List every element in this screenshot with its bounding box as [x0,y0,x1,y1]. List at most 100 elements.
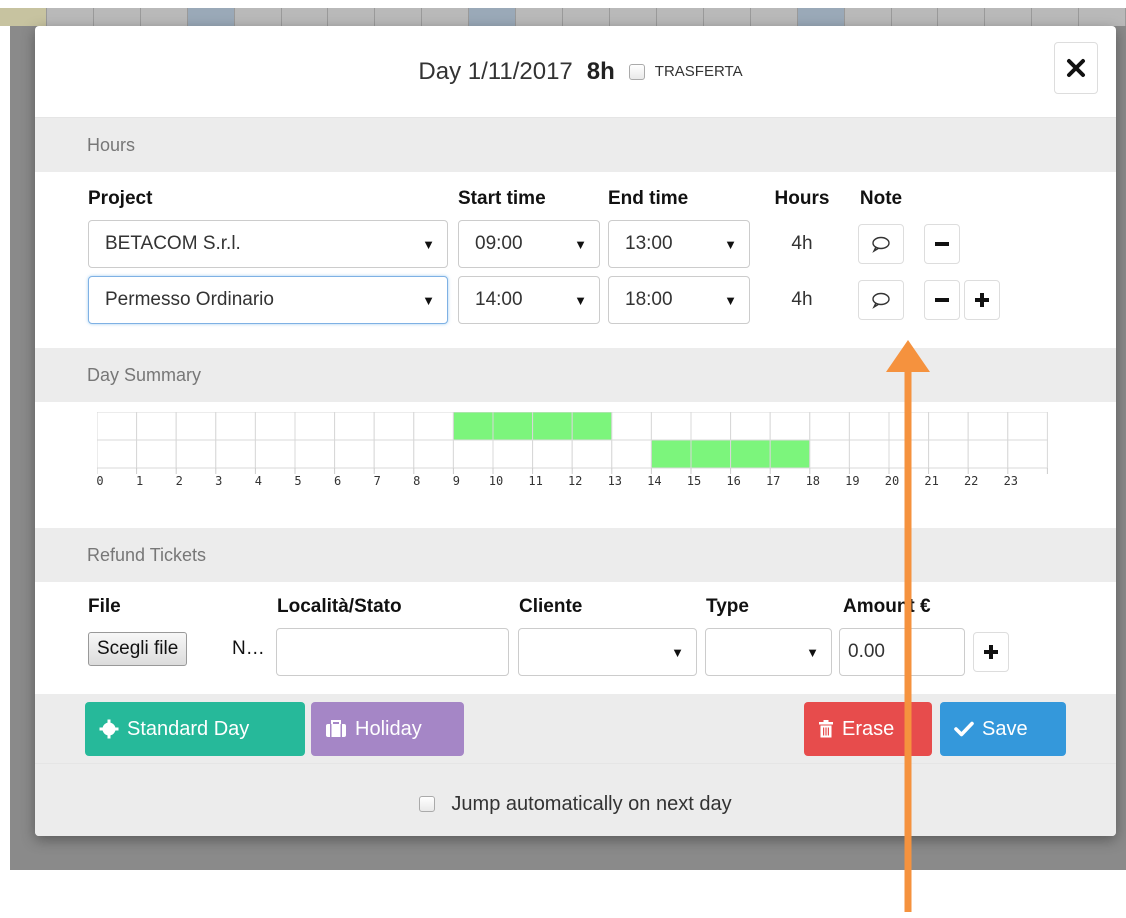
comment-icon [872,236,890,253]
note-button[interactable] [858,280,904,320]
timeline-cell [848,439,890,469]
row-hours: 4h [791,289,813,310]
action-bar: Standard Day Holiday Erase Save [35,694,1116,764]
timeline-cell [97,412,138,441]
holiday-button[interactable]: Holiday [311,702,464,756]
timeline-cell [690,412,732,441]
end-time-select[interactable]: 13:00 ▼ [608,220,750,268]
gear-icon [99,719,119,739]
hours-table-header: Project Start time End time Hours Note [88,184,1116,214]
minus-icon [935,298,949,302]
file-column-header: File [88,596,121,617]
timeline-cell [1007,412,1048,441]
timeline-cell [611,439,652,469]
timeline-cell [334,439,375,469]
timeline-cell [97,439,138,469]
timeline-hour-label: 17 [765,474,781,488]
cliente-column-header: Cliente [519,596,583,617]
hours-section-header: Hours [35,118,1116,172]
timeline-hour-label: 21 [924,474,939,488]
timeline-hour-label: 0 [96,474,104,488]
timeline-cell [571,439,613,469]
end-time-column-header: End time [608,188,689,209]
cliente-select[interactable]: ▼ [518,628,697,676]
timeline-cell [254,439,296,469]
timeline-cell-filled [690,439,732,469]
timeline-hour-label: 8 [413,474,421,488]
start-time-select[interactable]: 09:00 ▼ [458,220,600,268]
timeline-cell-filled [492,412,534,441]
note-button[interactable] [858,224,904,264]
standard-day-button[interactable]: Standard Day [85,702,305,756]
save-button[interactable]: Save [940,702,1066,756]
erase-button[interactable]: Erase [804,702,932,756]
timeline-cell [1007,439,1048,469]
timeline-cell [809,439,850,469]
timeline-cell [175,412,217,441]
add-row-button[interactable] [964,280,1000,320]
caret-down-icon: ▼ [806,644,819,660]
refund-section-header: Refund Tickets [35,528,1116,582]
timeline-hour-label: 13 [607,474,623,488]
timeline-cell [611,412,652,441]
start-time-select[interactable]: 14:00 ▼ [458,276,600,324]
caret-down-icon: ▼ [724,292,737,308]
caret-down-icon: ▼ [724,236,737,252]
suitcase-icon [326,720,346,737]
day-summary-timeline: 0 1 2 3 4 5 6 7 8 9 10 11 12 13 14 15 16 17 18 19 20 21 22 23 [35,402,1116,528]
timeline-hour-label: 19 [845,474,860,488]
holiday-label: Holiday [355,717,422,740]
timeline-cell [769,412,811,441]
amount-value: 0.00 [848,641,885,662]
timeline-cell [730,412,771,441]
timeline-cell [334,412,375,441]
project-select[interactable]: BETACOM S.r.l. ▼ [88,220,448,268]
project-value: Permesso Ordinario [105,289,274,310]
timeline-cell [215,412,256,441]
timeline-hour-label: 18 [805,474,821,488]
day-title: Day 1/11/2017 [418,57,573,85]
comment-icon [872,292,890,309]
background-calendar-strip [0,8,1126,26]
remove-row-button[interactable] [924,280,960,320]
add-ticket-button[interactable] [973,632,1009,672]
trasferta-checkbox[interactable] [628,63,645,80]
timeline-hour-label: 1 [135,474,144,488]
hours-section-title: Hours [87,134,136,155]
plus-icon [984,645,998,659]
modal-header: Day 1/11/2017 8h TRASFERTA [35,26,1116,118]
choose-file-button[interactable]: Scegli file [88,632,188,666]
timeline-cell-filled [730,439,771,469]
timeline-cell [888,412,930,441]
remove-row-button[interactable] [924,224,960,264]
day-summary-header: Day Summary [35,348,1116,402]
timeline-cell [532,439,573,469]
row-hours: 4h [791,233,813,254]
timeline-cell-filled [650,439,692,469]
project-select[interactable]: Permesso Ordinario ▼ [88,276,448,324]
jump-next-day-label: Jump automatically on next day [451,792,732,815]
amount-input[interactable]: 0.00 [839,628,965,676]
end-time-select[interactable]: 18:00 ▼ [608,276,750,324]
timeline-cell [413,412,454,441]
timeline-hour-label: 12 [567,474,583,488]
start-time-column-header: Start time [458,188,546,209]
timeline-cell [888,439,930,469]
timeline-cell [175,439,217,469]
close-button[interactable] [1054,42,1098,94]
timeline-cell [294,439,336,469]
timeline-cell [215,439,256,469]
timeline-cell-filled [571,412,613,441]
jump-next-day-checkbox[interactable] [419,796,436,812]
localita-input[interactable] [276,628,509,676]
timeline-cell [928,439,969,469]
no-file-text: N… [232,638,265,659]
timeline-hour-label: 4 [254,474,263,488]
caret-down-icon: ▼ [422,292,435,308]
timeline-grid [97,412,1048,474]
type-select[interactable]: ▼ [705,628,832,676]
timeline-cell [928,412,969,441]
timeline-cell [136,439,177,469]
timeline-hour-label: 7 [373,474,381,488]
start-time-value: 09:00 [475,233,523,254]
